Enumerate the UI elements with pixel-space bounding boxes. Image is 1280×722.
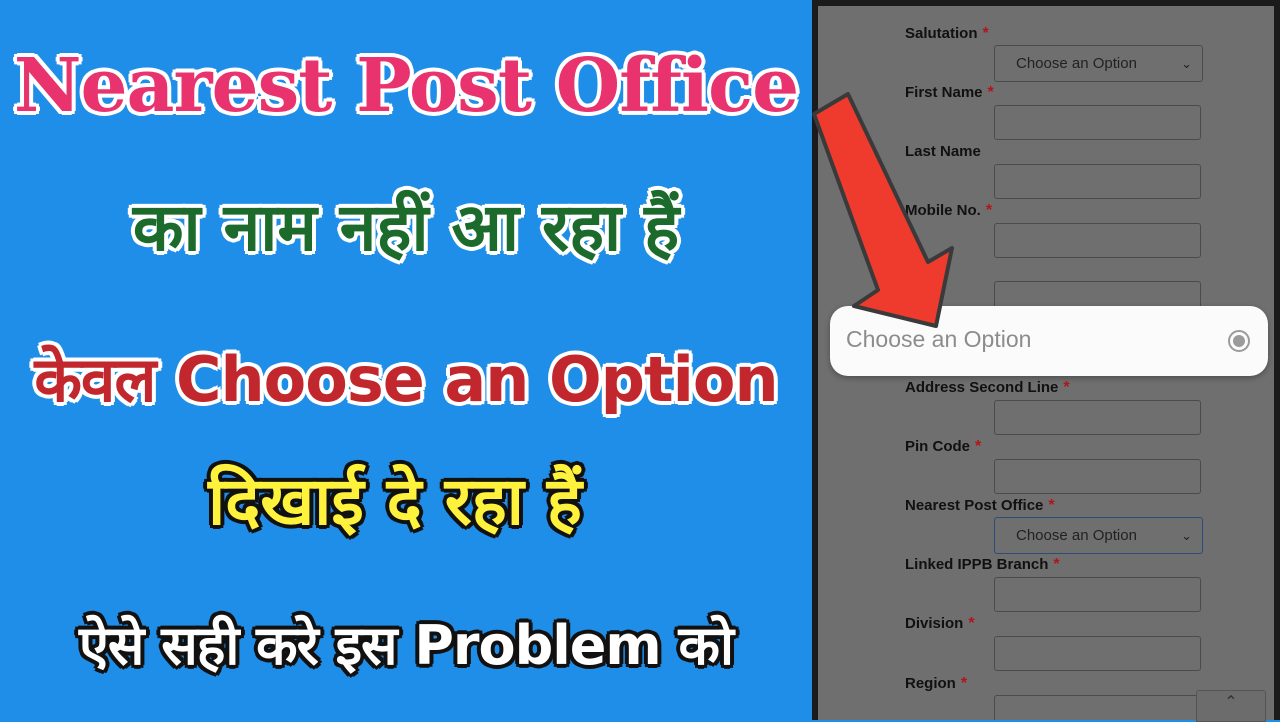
salutation-select[interactable]: Choose an Option ⌄	[994, 45, 1203, 82]
pin-code-label: Pin Code *	[905, 438, 982, 455]
pin-code-field[interactable]	[994, 459, 1201, 494]
address-second-line-field[interactable]	[994, 400, 1201, 435]
radio-selected-icon[interactable]	[1228, 330, 1250, 352]
nearest-post-office-select[interactable]: Choose an Option ⌄	[994, 517, 1203, 554]
address-second-line-label: Address Second Line *	[905, 379, 1070, 396]
linked-ippb-branch-field[interactable]	[994, 577, 1201, 612]
region-field[interactable]	[994, 695, 1201, 720]
nearest-post-office-label: Nearest Post Office *	[905, 497, 1055, 514]
headline-line-3: केवल Choose an Option	[34, 343, 778, 416]
last-name-field[interactable]	[994, 164, 1201, 199]
headline-line-2: का नाम नहीं आ रहा हैं	[132, 189, 680, 266]
region-label: Region *	[905, 675, 968, 692]
first-name-field[interactable]	[994, 105, 1201, 140]
scroll-to-top-button[interactable]: ⌃	[1196, 690, 1266, 722]
chevron-down-icon: ⌄	[1181, 528, 1192, 543]
chevron-down-icon: ⌄	[1181, 56, 1192, 71]
mobile-field[interactable]	[994, 223, 1201, 258]
headline-line-5: ऐसे सही करे इस Problem को	[79, 614, 734, 677]
thumbnail-text-panel: Nearest Post Office का नाम नहीं आ रहा है…	[0, 0, 812, 720]
division-field[interactable]	[994, 636, 1201, 671]
dropdown-option-text: Choose an Option	[846, 326, 1032, 352]
red-pointer-arrow-icon	[812, 92, 954, 328]
headline-line-4: दिखाई दे रहा हैं	[208, 463, 582, 540]
headline-line-1: Nearest Post Office	[13, 43, 799, 129]
division-label: Division *	[905, 615, 975, 632]
salutation-label: Salutation *	[905, 25, 989, 42]
chevron-up-icon: ⌃	[1224, 692, 1238, 711]
linked-ippb-branch-label: Linked IPPB Branch *	[905, 556, 1060, 573]
